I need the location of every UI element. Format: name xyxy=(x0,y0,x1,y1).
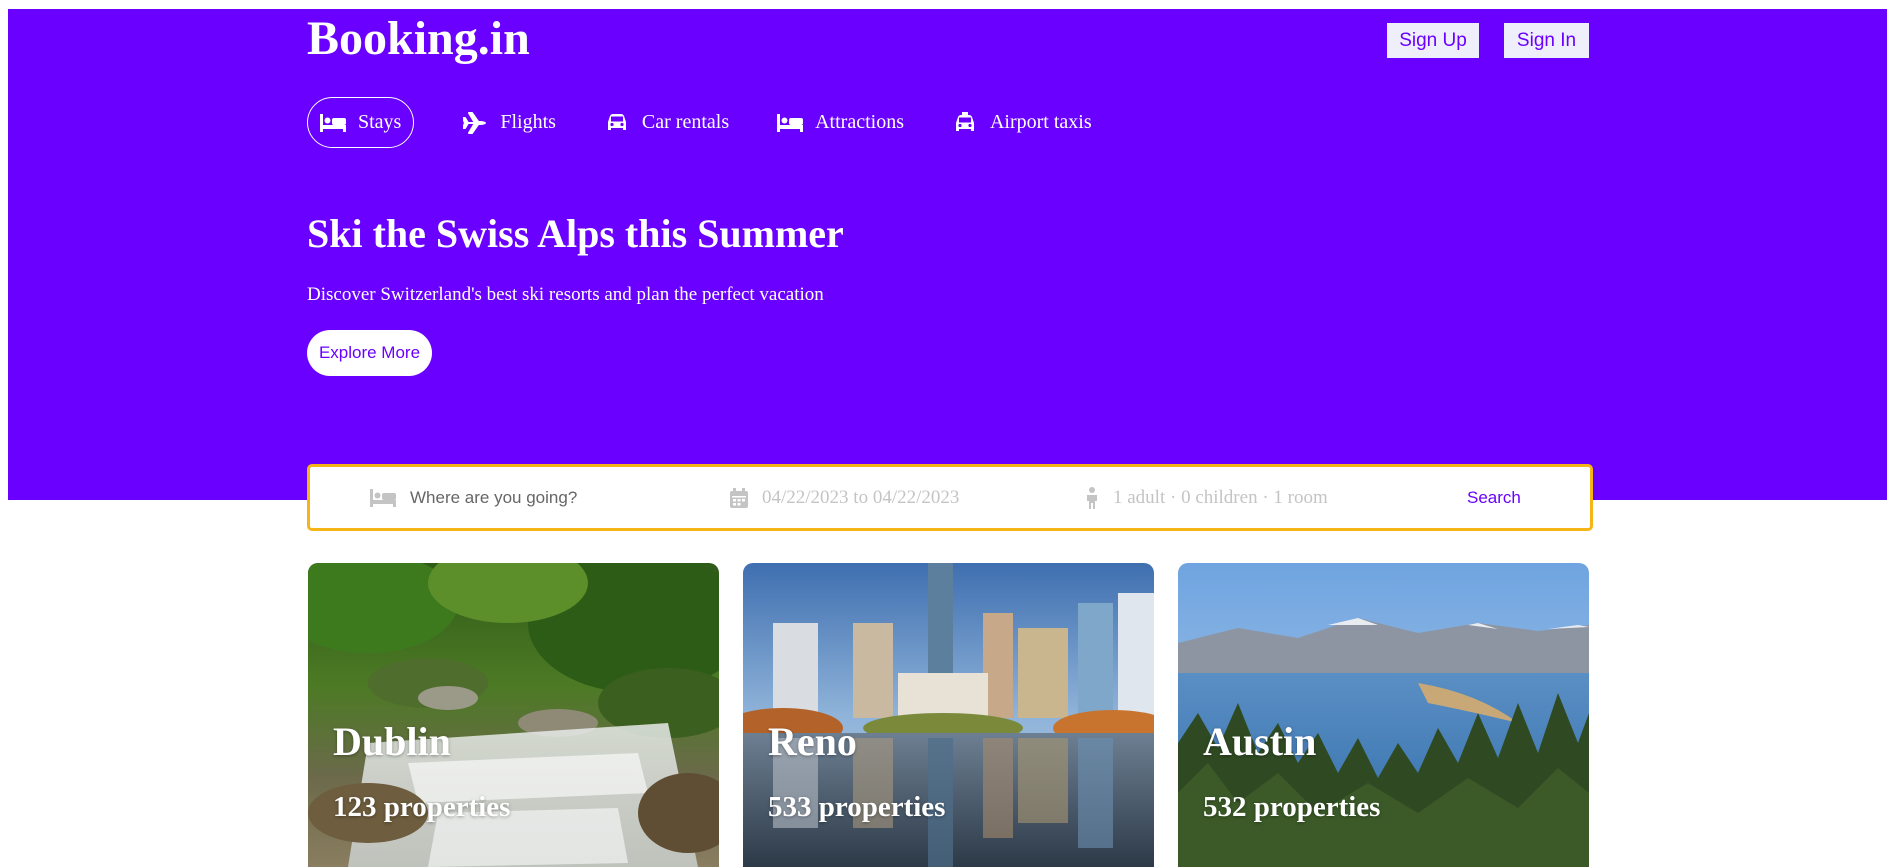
hero-subtitle: Discover Switzerland's best ski resorts … xyxy=(307,284,824,305)
category-nav: Stays Flights Car rentals Attractions Ai… xyxy=(307,97,1140,148)
card-properties: 532 properties xyxy=(1203,791,1381,823)
nav-item-car-rentals[interactable]: Car rentals xyxy=(604,97,729,148)
date-range-field[interactable]: 04/22/2023 to 04/22/2023 xyxy=(730,467,959,528)
nav-item-stays[interactable]: Stays xyxy=(307,97,415,148)
nav-label: Attractions xyxy=(815,111,904,133)
bed-icon xyxy=(370,488,396,507)
destination-field[interactable] xyxy=(370,467,670,528)
nav-item-attractions[interactable]: Attractions xyxy=(777,97,904,148)
destination-card-dublin[interactable]: Dublin 123 properties xyxy=(308,563,719,867)
destination-input[interactable] xyxy=(410,487,670,508)
nav-item-airport-taxis[interactable]: Airport taxis xyxy=(952,97,1092,148)
nav-item-flights[interactable]: Flights xyxy=(462,97,556,148)
calendar-icon xyxy=(730,487,748,508)
site-logo[interactable]: Booking.in xyxy=(307,10,530,68)
bed-icon xyxy=(777,112,804,134)
plane-icon xyxy=(462,111,488,134)
person-icon xyxy=(1085,486,1099,509)
search-bar: 04/22/2023 to 04/22/2023 1 adult · 0 chi… xyxy=(307,464,1593,531)
card-city: Austin xyxy=(1203,719,1317,764)
nav-label: Car rentals xyxy=(641,111,730,133)
guests-text: 1 adult · 0 children · 1 room xyxy=(1113,486,1328,508)
sign-up-button[interactable]: Sign Up xyxy=(1387,23,1479,58)
nav-label: Stays xyxy=(358,111,402,133)
date-range-text: 04/22/2023 to 04/22/2023 xyxy=(762,486,960,508)
sign-in-button[interactable]: Sign In xyxy=(1504,23,1589,58)
card-city: Reno xyxy=(768,719,857,764)
hero-banner xyxy=(8,9,1887,500)
search-button[interactable]: Search xyxy=(1467,467,1521,528)
bed-icon xyxy=(320,112,346,134)
nav-label: Flights xyxy=(500,111,556,133)
destination-card-reno[interactable]: Reno 533 properties xyxy=(743,563,1154,867)
taxi-icon xyxy=(952,111,978,134)
nav-label: Airport taxis xyxy=(989,111,1092,133)
card-properties: 533 properties xyxy=(768,791,946,823)
car-icon xyxy=(604,112,630,134)
explore-more-button[interactable]: Explore More xyxy=(307,330,432,376)
card-city: Dublin xyxy=(333,719,451,764)
hero-title: Ski the Swiss Alps this Summer xyxy=(307,211,844,256)
guests-field[interactable]: 1 adult · 0 children · 1 room xyxy=(1085,467,1328,528)
card-properties: 123 properties xyxy=(333,791,511,823)
destination-card-austin[interactable]: Austin 532 properties xyxy=(1178,563,1589,867)
